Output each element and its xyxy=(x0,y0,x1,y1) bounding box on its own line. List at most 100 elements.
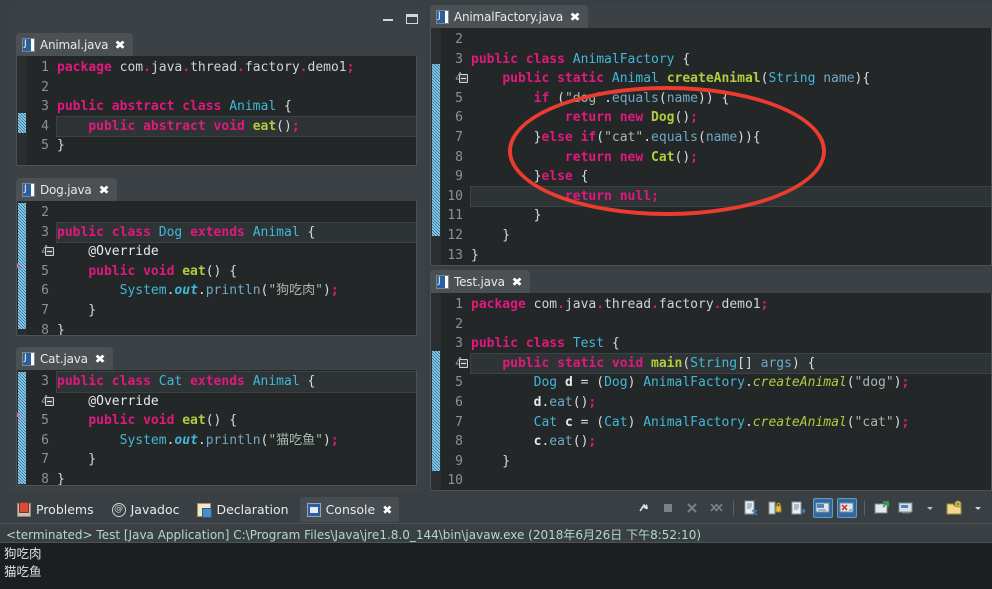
code-token: } xyxy=(471,208,542,224)
javadoc-icon: @ xyxy=(111,502,126,517)
line-number: 2 xyxy=(41,79,49,95)
code-line: public class AnimalFactory { xyxy=(471,50,991,70)
code-token: () { xyxy=(205,263,238,279)
console-toolbar xyxy=(634,498,988,518)
code-token: } xyxy=(57,322,65,335)
code-content[interactable]: package com.java.thread.factory.demo1; p… xyxy=(467,293,991,490)
code-token: factory xyxy=(658,297,714,312)
console-tab-label: Javadoc xyxy=(130,502,180,517)
editor-gutter[interactable] xyxy=(17,370,27,485)
close-icon[interactable]: ✖ xyxy=(98,184,109,196)
code-line: @Override xyxy=(57,242,416,262)
code-token: "dog" xyxy=(854,375,894,391)
code-content[interactable]: public class AnimalFactory { public stat… xyxy=(467,28,991,265)
remove-all-terminated-icon[interactable] xyxy=(706,498,726,518)
code-token: createAnimal xyxy=(752,414,847,430)
code-token: () xyxy=(674,110,691,126)
pin-console-icon[interactable] xyxy=(872,498,892,518)
code-editor-cat[interactable]: 3 45 6 7 8 public class Cat extends Animal {… xyxy=(16,370,417,486)
clear-console-icon[interactable] xyxy=(741,498,761,518)
code-line: } xyxy=(57,136,416,156)
code-token: ) xyxy=(323,283,331,299)
code-token: public static void xyxy=(502,355,652,371)
annotation-bar xyxy=(432,351,440,471)
editor-gutter[interactable] xyxy=(431,28,441,265)
editor-gutter[interactable] xyxy=(431,293,441,490)
code-token: . xyxy=(744,375,753,391)
maximize-button[interactable] xyxy=(405,12,419,26)
code-token: ; xyxy=(346,60,355,75)
code-content[interactable]: package com.java.thread.factory.demo1; p… xyxy=(53,56,416,165)
console-output-text[interactable]: 狗吃肉 猫吃鱼 xyxy=(0,543,992,589)
change-marker-icon xyxy=(17,412,22,418)
console-tab-javadoc[interactable]: @ Javadoc xyxy=(105,497,187,522)
line-numbers: 1 2 3 45 6 7 8 9 10 xyxy=(441,293,468,490)
line-number: 3 xyxy=(41,224,49,240)
code-token: package xyxy=(471,297,526,312)
word-wrap-icon[interactable] xyxy=(789,498,809,518)
code-token: thread xyxy=(190,60,238,75)
code-token: else if xyxy=(541,129,597,145)
code-editor-animal[interactable]: 12345 package com.java.thread.factory.de… xyxy=(16,56,417,166)
console-tab-declaration[interactable]: Declaration xyxy=(190,497,295,522)
code-token: String xyxy=(768,71,816,87)
editor-panel-dog: Dog.java ✖ 2 3 45 6 7 8 public class Dog exte… xyxy=(16,177,417,336)
code-token: { xyxy=(276,99,292,115)
code-editor-test[interactable]: 12345678910 package com.java.thread.fact… xyxy=(430,293,992,491)
code-token: } xyxy=(57,302,97,318)
line-number: 10 xyxy=(447,473,463,489)
code-token: } xyxy=(57,452,97,468)
show-console-on-output-icon[interactable] xyxy=(813,498,833,518)
line-number: 10 xyxy=(447,188,463,204)
code-token: demo1 xyxy=(721,297,761,312)
line-number: 1 xyxy=(41,60,49,75)
console-tab-problems[interactable]: Problems xyxy=(10,497,101,522)
code-content[interactable]: public class Dog extends Animal { @Overr… xyxy=(53,201,416,335)
editor-gutter[interactable] xyxy=(17,56,27,165)
code-token: ; xyxy=(690,149,698,165)
tab-label: Animal.java xyxy=(40,37,109,52)
code-token: public class xyxy=(471,51,573,67)
code-token: () xyxy=(276,118,292,134)
show-console-on-error-icon[interactable] xyxy=(837,498,857,518)
terminate-icon[interactable] xyxy=(658,498,678,518)
code-line: } xyxy=(57,301,416,321)
minimize-button[interactable] xyxy=(381,12,395,26)
code-token: = ( xyxy=(572,414,605,430)
close-icon[interactable]: ✖ xyxy=(115,39,126,51)
line-number: 6 xyxy=(455,394,463,410)
close-icon[interactable]: ✖ xyxy=(570,11,581,23)
open-console-icon[interactable] xyxy=(944,498,964,518)
code-content[interactable]: public class Cat extends Animal { @Overr… xyxy=(53,370,416,485)
console-tab-console[interactable]: Console ✖ xyxy=(299,497,400,522)
tab-dog-java[interactable]: Dog.java ✖ xyxy=(16,178,117,201)
code-editor-dog[interactable]: 2 3 45 6 7 8 public class Dog extends Animal … xyxy=(16,201,417,336)
tab-animal-java[interactable]: Animal.java ✖ xyxy=(16,33,134,56)
line-number: 5 xyxy=(455,375,463,391)
tab-animalfactory-java[interactable]: AnimalFactory.java ✖ xyxy=(430,5,589,28)
java-file-icon xyxy=(22,182,35,197)
relaunch-icon[interactable] xyxy=(634,498,654,518)
close-icon[interactable]: ✖ xyxy=(382,503,392,517)
code-editor-animalfactory[interactable]: 2 3 45 6 7 8 9 10 11 12 13 public class AnimalFact… xyxy=(430,28,992,266)
line-number: 6 xyxy=(41,283,49,299)
editor-gutter[interactable] xyxy=(17,201,27,335)
line-number: 2 xyxy=(455,32,463,47)
code-line: } xyxy=(57,321,416,335)
code-token: { xyxy=(299,374,316,389)
open-console-dropdown-icon[interactable] xyxy=(968,498,988,518)
close-icon[interactable]: ✖ xyxy=(94,353,105,365)
remove-launch-icon[interactable] xyxy=(682,498,702,518)
code-token: ) xyxy=(323,432,331,448)
display-selected-console-icon[interactable] xyxy=(896,498,916,518)
tab-test-java[interactable]: Test.java ✖ xyxy=(430,270,530,293)
scroll-lock-icon[interactable] xyxy=(765,498,785,518)
close-icon[interactable]: ✖ xyxy=(511,276,522,288)
display-dropdown-icon[interactable] xyxy=(920,498,940,518)
code-line: } xyxy=(471,246,991,265)
tab-cat-java[interactable]: Cat.java ✖ xyxy=(16,347,113,370)
